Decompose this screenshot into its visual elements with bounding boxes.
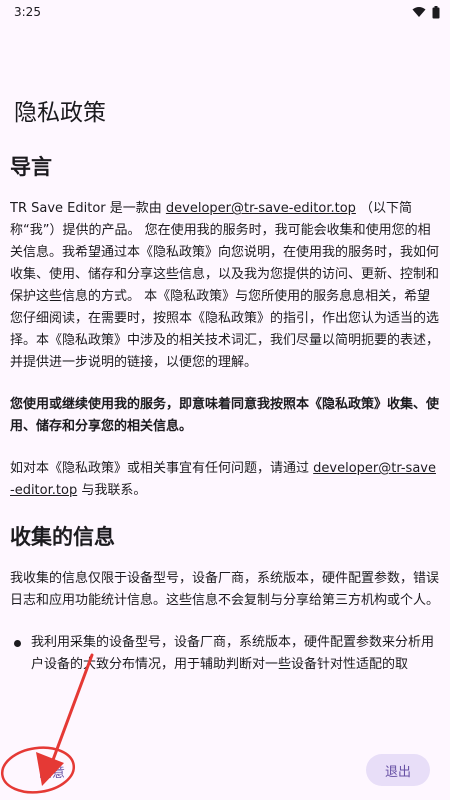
battery-icon xyxy=(432,5,440,19)
status-bar: 3:25 xyxy=(0,0,450,24)
collect-paragraph-1: 我收集的信息仅限于设备型号，设备厂商，系统版本，硬件配置参数，错误日志和应用功能… xyxy=(10,571,440,608)
intro-paragraph-1: TR Save Editor 是一款由 developer@tr-save-ed… xyxy=(10,198,440,374)
status-icons xyxy=(412,5,440,19)
intro-p3-text-after: 与我联系。 xyxy=(77,483,147,498)
wifi-icon xyxy=(412,6,426,18)
agree-button[interactable]: 同意 xyxy=(20,756,84,786)
intro-paragraph-3: 如对本《隐私政策》或相关事宜有任何问题，请通过 developer@tr-sav… xyxy=(10,458,440,502)
page-title: 隐私政策 xyxy=(14,100,106,126)
collect-bullet-1-text: 我利用采集的设备型号，设备厂商，系统版本，硬件配置参数来分析用户设备的大致分布情… xyxy=(31,635,435,672)
status-time: 3:25 xyxy=(14,5,41,19)
intro-p1-text-after: （以下简称“我”）提供的产品。 您在使用我的服务时，我可能会收集和使用您的相关信… xyxy=(10,201,440,370)
action-bar: 同意 退出 xyxy=(0,748,450,800)
section-title-collect: 收集的信息 xyxy=(10,525,115,549)
intro-p3-text-before: 如对本《隐私政策》或相关事宜有任何问题，请通过 xyxy=(10,461,314,476)
developer-email-link[interactable]: developer@tr-save-editor.top xyxy=(166,201,356,216)
section-title-intro: 导言 xyxy=(10,155,52,179)
intro-paragraph-2: 您使用或继续使用我的服务，即意味着同意我按照本《隐私政策》收集、使用、储存和分享… xyxy=(10,397,440,434)
bullet-icon xyxy=(14,640,21,647)
policy-content[interactable]: 隐私政策 导言 TR Save Editor 是一款由 developer@tr… xyxy=(10,96,440,736)
intro-p1-text-before: TR Save Editor 是一款由 xyxy=(10,201,166,216)
list-item: 我利用采集的设备型号，设备厂商，系统版本，硬件配置参数来分析用户设备的大致分布情… xyxy=(10,632,440,676)
exit-button[interactable]: 退出 xyxy=(366,754,430,786)
